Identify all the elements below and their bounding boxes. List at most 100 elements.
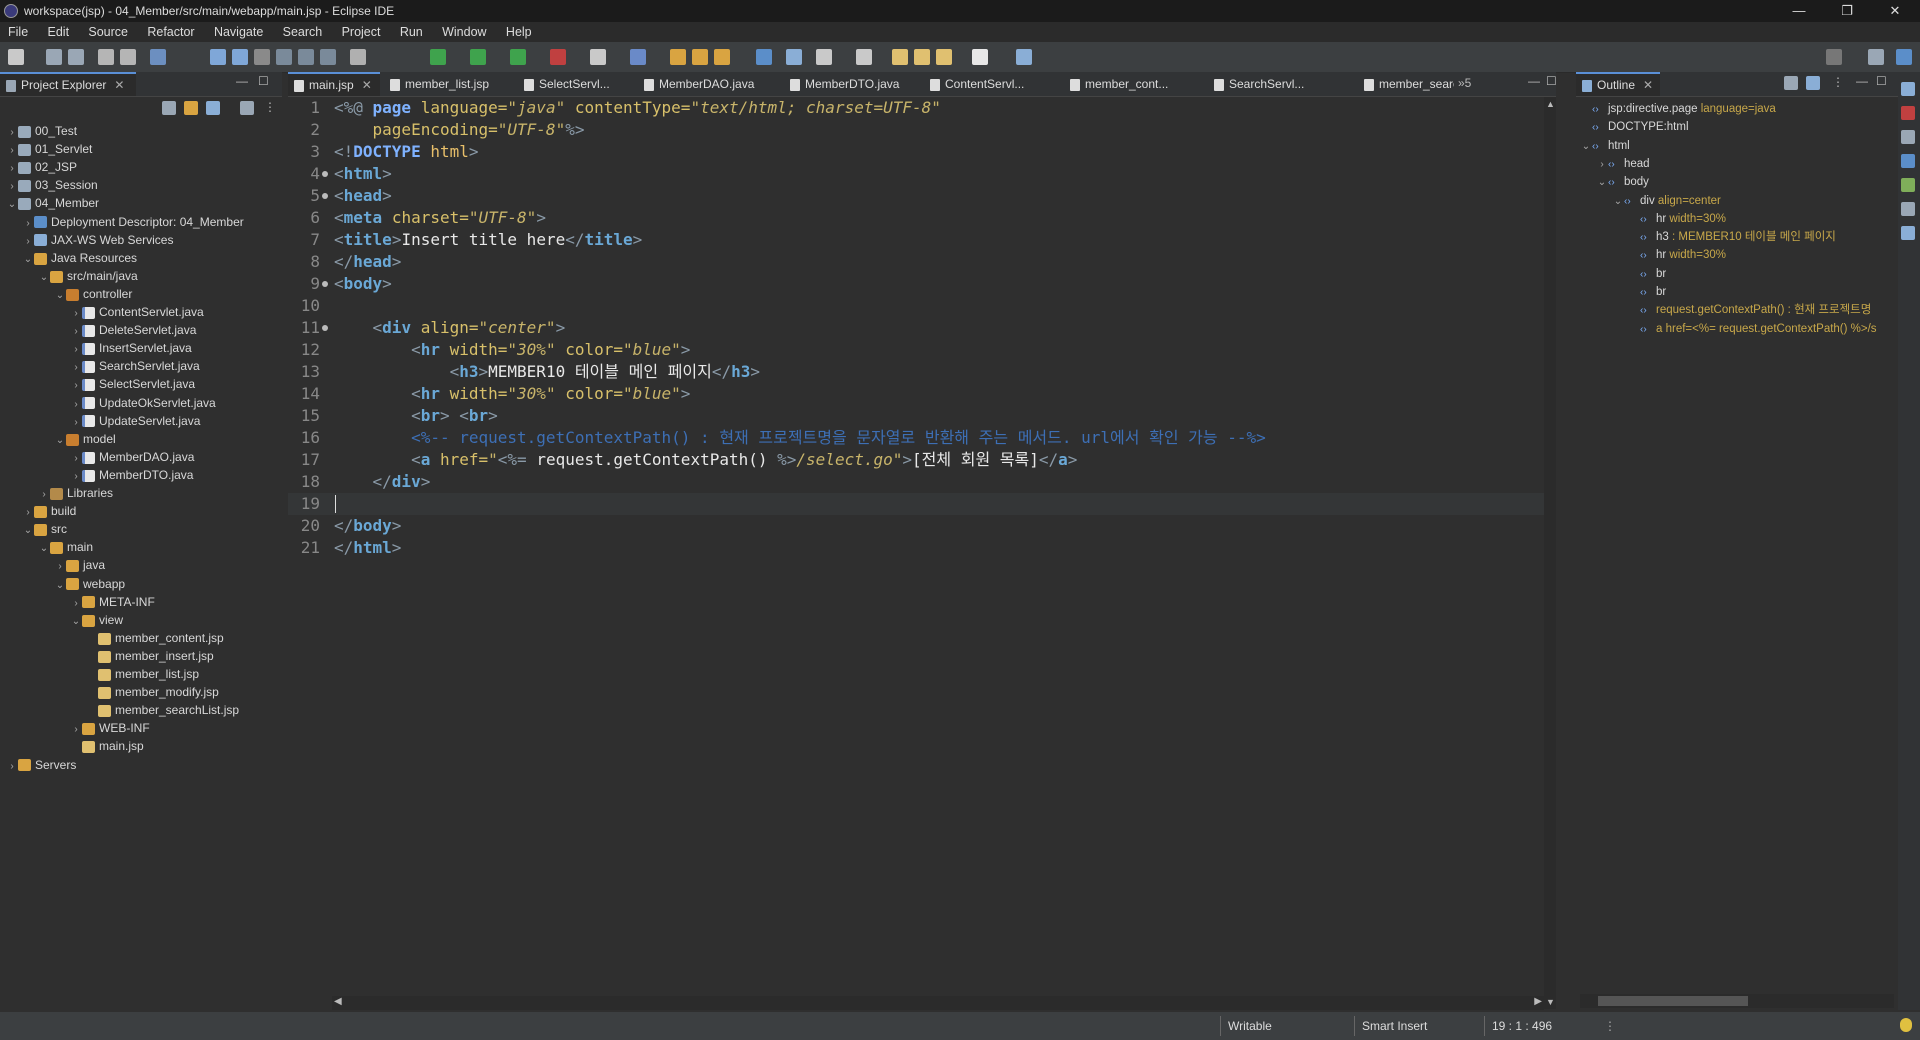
outline-horizontal-scrollbar[interactable] (1580, 994, 1894, 1008)
open-perspective-icon[interactable] (1868, 49, 1884, 65)
fold-toggle-icon[interactable] (322, 325, 328, 331)
tab-member-searc[interactable]: member_searc... (1358, 72, 1454, 96)
tab-member-cont[interactable]: member_cont... (1064, 72, 1204, 96)
tree-item-meta-inf[interactable]: › META-INF (70, 593, 154, 611)
menu-search[interactable]: Search (275, 22, 331, 42)
lightbulb-icon[interactable] (1900, 1018, 1912, 1032)
code-line[interactable]: </head> (334, 251, 401, 273)
code-line[interactable]: <h3>MEMBER10 테이블 메인 페이지</h3> (334, 361, 760, 383)
tree-item-member-list-jsp[interactable]: member_list.jsp (86, 665, 199, 683)
code-line[interactable]: <html> (334, 163, 392, 185)
new-java-package-icon[interactable] (590, 49, 606, 65)
tab-member-list-jsp[interactable]: member_list.jsp (384, 72, 514, 96)
fold-toggle-icon[interactable] (322, 171, 328, 177)
back-icon[interactable] (914, 49, 930, 65)
nav-forward-icon[interactable] (972, 49, 988, 65)
tree-item-selectservlet-java[interactable]: › SelectServlet.java (70, 375, 195, 393)
tree-item-java[interactable]: › java (54, 556, 105, 574)
snippets-icon[interactable] (1901, 202, 1915, 216)
menu-navigate[interactable]: Navigate (206, 22, 271, 42)
step-into-icon[interactable] (276, 49, 292, 65)
maximize-view-icon[interactable]: ☐ (1876, 74, 1887, 88)
last-edit-icon[interactable] (892, 49, 908, 65)
fold-toggle-icon[interactable] (322, 281, 328, 287)
outline-item-doctype-html[interactable]: ‹› DOCTYPE:html (1580, 118, 1689, 136)
scroll-right-icon[interactable]: ▶ (1534, 996, 1542, 1007)
save-icon[interactable] (46, 49, 62, 65)
annotation-next-icon[interactable] (816, 49, 832, 65)
code-line[interactable]: pageEncoding="UTF-8"%> (334, 119, 585, 141)
tab-main-jsp[interactable]: main.jsp ✕ (288, 72, 380, 96)
step-over-icon[interactable] (298, 49, 314, 65)
restore-icon[interactable] (1901, 82, 1915, 96)
tree-item-member-content-jsp[interactable]: member_content.jsp (86, 629, 224, 647)
editor-vertical-scrollbar[interactable]: ▲ ▼ (1544, 97, 1556, 1009)
tree-item-insertservlet-java[interactable]: › InsertServlet.java (70, 339, 191, 357)
chevron-down-icon[interactable]: ⌄ (70, 613, 82, 631)
save-all-icon[interactable] (68, 49, 84, 65)
outline-item-jsp-directive-page[interactable]: ‹› jsp:directive.page language=java (1580, 100, 1776, 118)
scroll-down-icon[interactable]: ▼ (1546, 997, 1555, 1007)
close-icon[interactable]: ✕ (114, 78, 124, 92)
collapse-all-icon[interactable] (162, 101, 176, 115)
menu-source[interactable]: Source (80, 22, 136, 42)
chevron-down-icon[interactable]: ⌄ (22, 522, 34, 540)
scroll-up-icon[interactable]: ▲ (1546, 99, 1555, 109)
outline-item-node[interactable]: ‹› request.getContextPath() : 현재 프로젝트명 (1628, 301, 1871, 319)
chevron-down-icon[interactable]: ⌄ (38, 269, 50, 287)
servers-icon[interactable] (1901, 154, 1915, 168)
annotation-prev-icon[interactable] (856, 49, 872, 65)
tab-outline[interactable]: Outline ✕ (1576, 72, 1660, 96)
tree-item-webapp[interactable]: ⌄ webapp (54, 575, 125, 593)
code-line[interactable]: </html> (334, 537, 401, 559)
tree-item-build[interactable]: › build (22, 502, 76, 520)
code-line[interactable]: <hr width="30%" color="blue"> (334, 383, 690, 405)
tree-item-member-insert-jsp[interactable]: member_insert.jsp (86, 647, 214, 665)
code-line[interactable]: </div> (334, 471, 431, 493)
tree-item-main-jsp[interactable]: main.jsp (70, 737, 144, 755)
new-icon[interactable] (8, 49, 24, 65)
chevron-down-icon[interactable]: ⌄ (38, 540, 50, 558)
console-icon[interactable] (1901, 226, 1915, 240)
resume-icon[interactable] (210, 49, 226, 65)
open-type-icon[interactable] (670, 49, 686, 65)
view-menu-icon[interactable]: ⋮ (1832, 75, 1844, 89)
code-line[interactable]: <%@ page language="java" contentType="te… (334, 97, 941, 119)
code-line[interactable]: <a href="<%= request.getContextPath() %>… (334, 449, 1077, 471)
properties-icon[interactable] (1901, 130, 1915, 144)
outline-item-hr[interactable]: ‹› hr width=30% (1628, 246, 1726, 264)
chevron-down-icon[interactable]: ⌄ (54, 287, 66, 305)
collapse-all-icon[interactable] (1784, 76, 1798, 90)
minimize-view-icon[interactable]: — (236, 74, 248, 88)
outline-item-hr[interactable]: ‹› hr width=30% (1628, 210, 1726, 228)
view-menu-icon[interactable]: ⋮ (264, 100, 276, 114)
sort-icon[interactable] (1806, 76, 1820, 90)
tree-item-memberdao-java[interactable]: › MemberDAO.java (70, 448, 194, 466)
chevron-down-icon[interactable]: ⌄ (1580, 138, 1592, 156)
filter-icon[interactable] (206, 101, 220, 115)
tree-item-main[interactable]: ⌄ main (38, 538, 93, 556)
tab-contentservl[interactable]: ContentServl... (924, 72, 1060, 96)
terminate-icon[interactable] (254, 49, 270, 65)
chevron-right-icon[interactable]: › (6, 758, 18, 776)
step-return-icon[interactable] (320, 49, 336, 65)
open-task-icon[interactable] (692, 49, 708, 65)
problems-icon[interactable] (1901, 106, 1915, 120)
minimize-view-icon[interactable]: — (1856, 74, 1868, 88)
maximize-editor-icon[interactable]: ☐ (1546, 74, 1557, 88)
tree-item-00-test[interactable]: › 00_Test (6, 122, 77, 140)
tree-item-updateservlet-java[interactable]: › UpdateServlet.java (70, 412, 200, 430)
debug-run-icon[interactable] (430, 49, 446, 65)
outline-item-br[interactable]: ‹› br (1628, 265, 1666, 283)
suspend-icon[interactable] (232, 49, 248, 65)
server-icon[interactable] (350, 49, 366, 65)
tree-item-contentservlet-java[interactable]: › ContentServlet.java (70, 303, 203, 321)
outline-item-br[interactable]: ‹› br (1628, 283, 1666, 301)
tree-item-src-main-java[interactable]: ⌄ src/main/java (38, 267, 138, 285)
undo-icon[interactable] (98, 49, 114, 65)
code-line[interactable]: <head> (334, 185, 392, 207)
tree-item-04-member[interactable]: ⌄ 04_Member (6, 194, 99, 212)
outline-item-html[interactable]: ⌄ ‹› html (1580, 137, 1630, 155)
tab-searchservl[interactable]: SearchServl... (1208, 72, 1354, 96)
tree-item-updateokservlet-java[interactable]: › UpdateOkServlet.java (70, 394, 215, 412)
